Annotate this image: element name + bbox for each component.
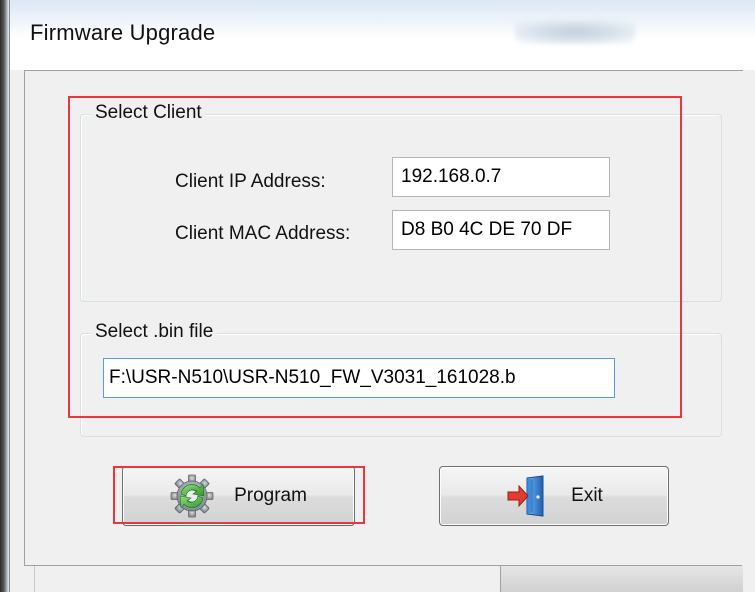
title-bar[interactable]: Firmware Upgrade	[10, 0, 755, 70]
exit-button[interactable]: Exit	[439, 466, 669, 526]
exit-door-icon	[507, 475, 544, 517]
window-title: Firmware Upgrade	[30, 20, 216, 45]
exit-button-label: Exit	[571, 485, 603, 506]
client-ip-input[interactable]: 192.168.0.7	[392, 157, 610, 197]
select-bin-legend: Select .bin file	[91, 321, 218, 343]
status-bar	[24, 565, 743, 592]
firmware-upgrade-window: Firmware Upgrade Select Client Client IP…	[9, 0, 755, 592]
screenshot: Firmware Upgrade Select Client Client IP…	[0, 0, 755, 592]
status-progress-bar	[500, 566, 743, 592]
client-mac-input[interactable]: D8 B0 4C DE 70 DF	[392, 210, 610, 250]
background-window-edge	[0, 0, 9, 592]
client-ip-label: Client IP Address:	[175, 171, 326, 192]
select-client-legend: Select Client	[91, 102, 206, 124]
dialog-body: Select Client Client IP Address: 192.168…	[24, 70, 743, 565]
status-bar-divider	[34, 566, 35, 592]
blurred-title-region	[515, 20, 635, 44]
gear-refresh-icon	[170, 474, 214, 518]
program-button-label: Program	[234, 485, 307, 506]
client-mac-label: Client MAC Address:	[175, 223, 351, 244]
program-button[interactable]: Program	[122, 466, 355, 526]
select-client-group: Select Client	[80, 102, 722, 302]
bin-file-path-input[interactable]: F:\USR-N510\USR-N510_FW_V3031_161028.b	[103, 358, 615, 398]
